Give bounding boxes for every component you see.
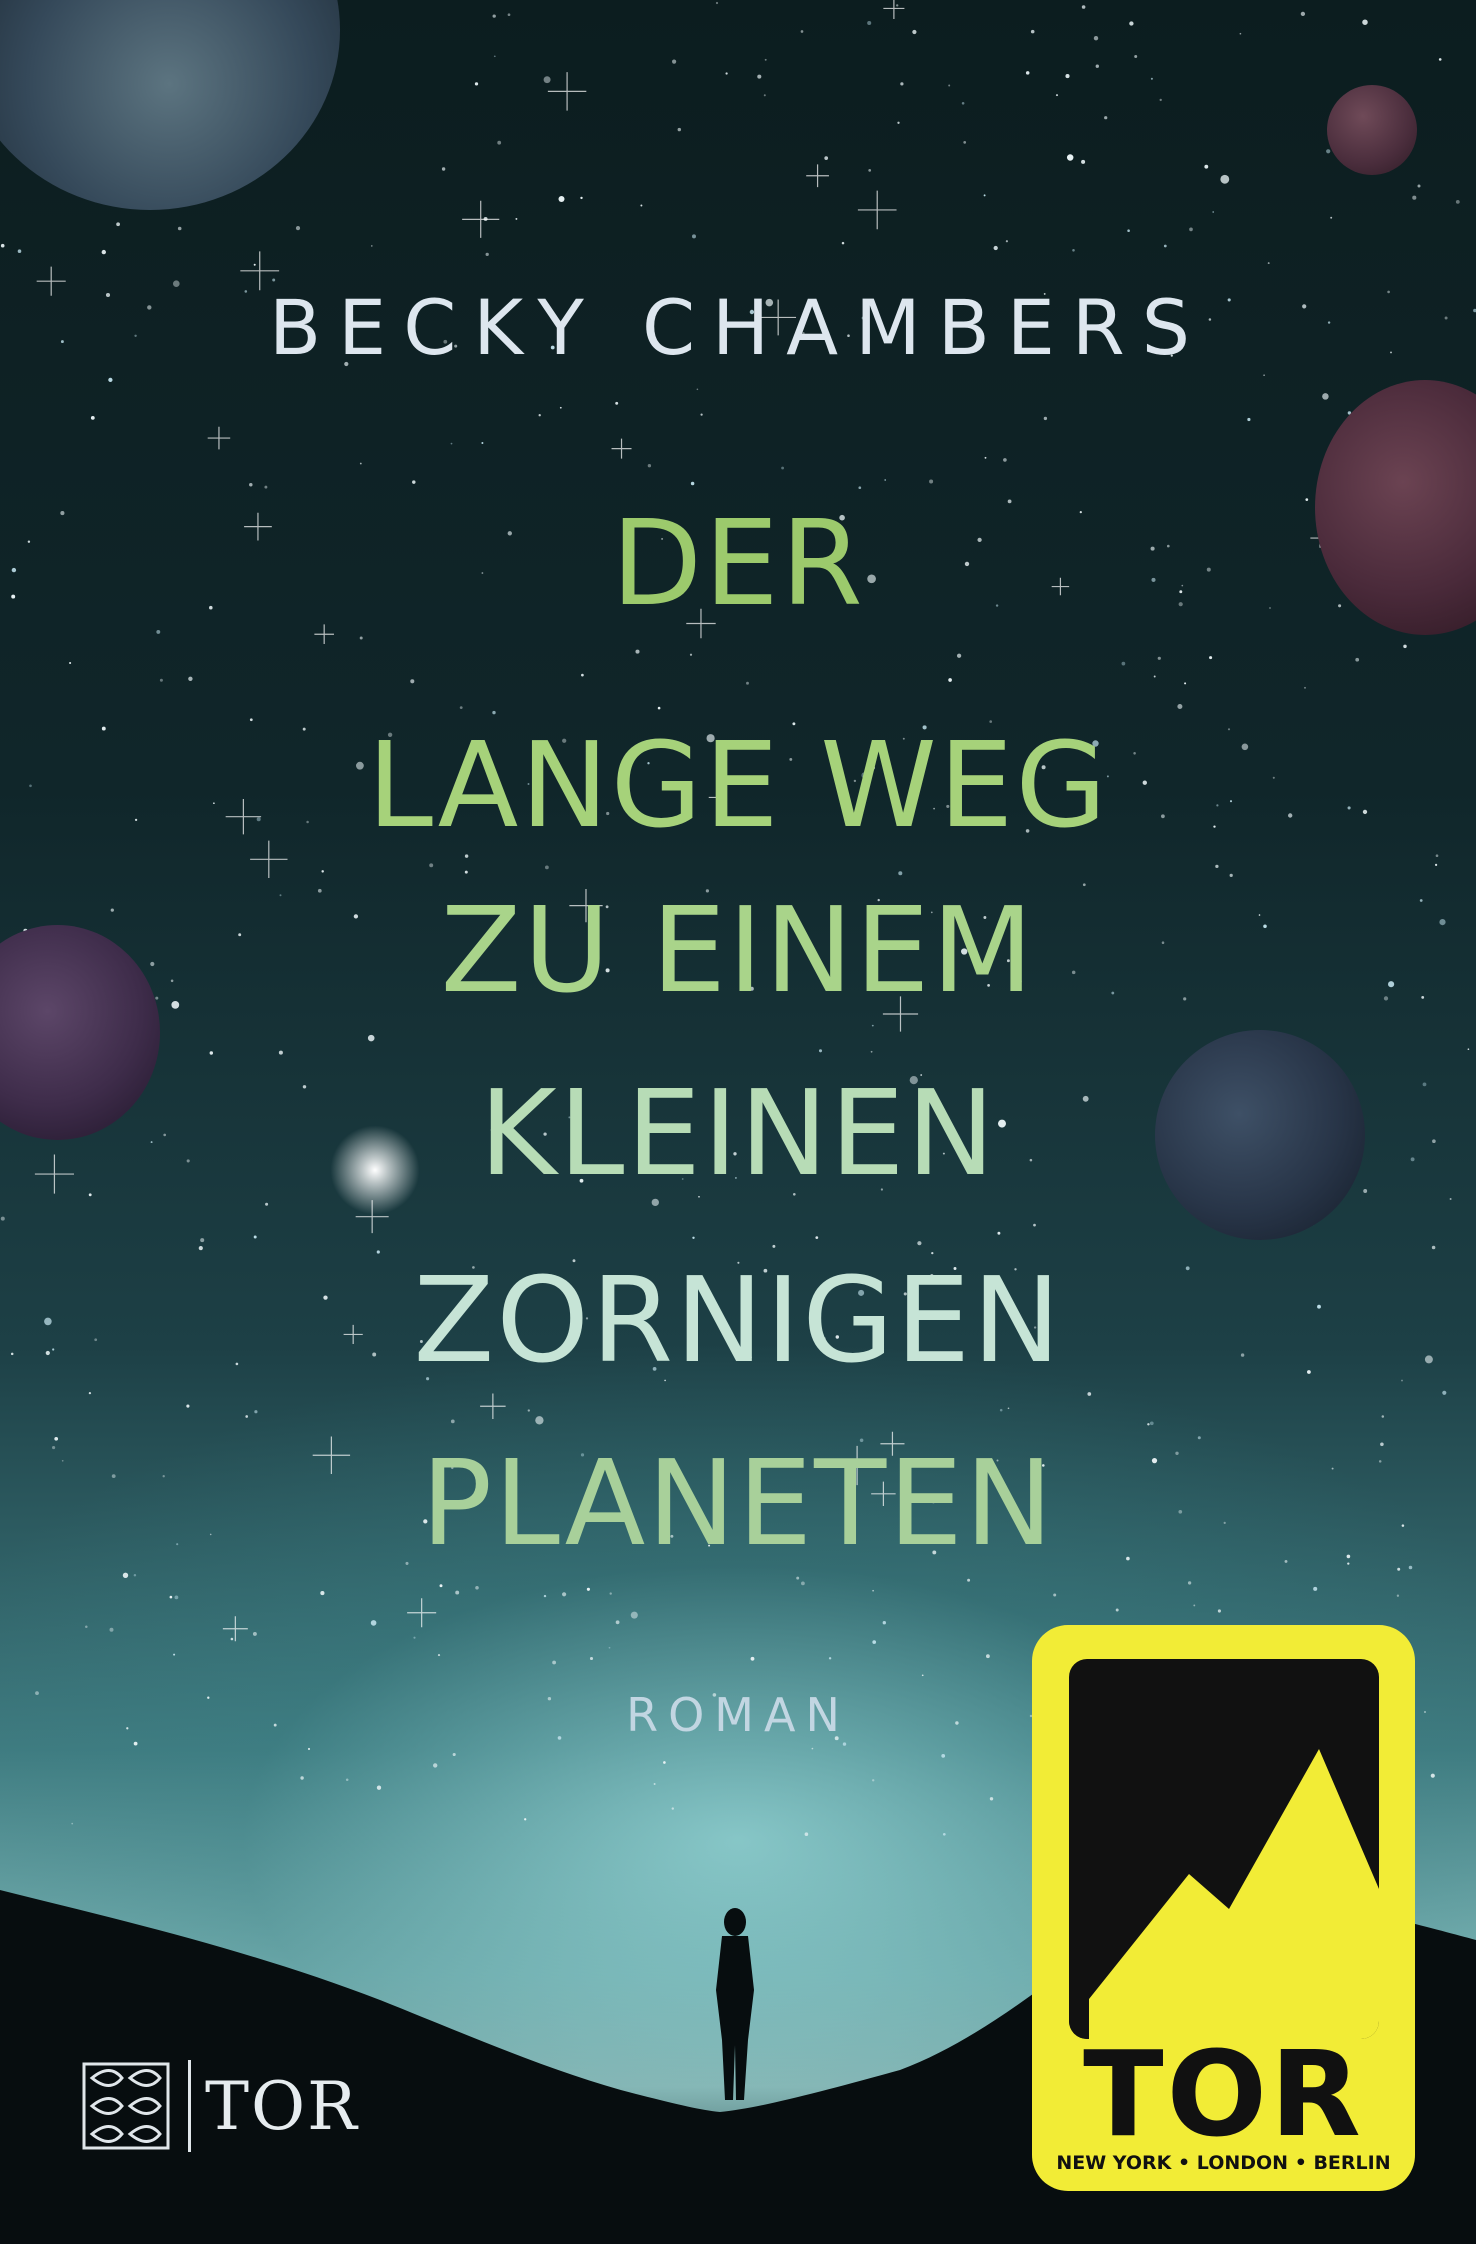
- fischer-logo-icon: [82, 2062, 170, 2150]
- standing-figure: [716, 1908, 754, 2100]
- tor-badge: TOR NEW YORK • LONDON • BERLIN: [1032, 1625, 1415, 2191]
- title-line-6: PLANETEN: [420, 1434, 1056, 1572]
- title-line-3: ZU EINEM: [440, 881, 1036, 1019]
- author-name: BECKY CHAMBERS: [269, 283, 1207, 372]
- mountain-icon: [1069, 1749, 1379, 2039]
- book-cover: BECKY CHAMBERS DER LANGE WEG ZU EINEM KL…: [0, 0, 1476, 2244]
- publisher-name: TOR: [205, 2067, 359, 2145]
- title-line-4: KLEINEN: [479, 1064, 997, 1202]
- publisher-imprint: TOR: [82, 2060, 359, 2152]
- title-line-1: DER: [611, 494, 865, 632]
- publisher-separator: [188, 2060, 191, 2152]
- title-line-5: ZORNIGEN: [413, 1251, 1063, 1389]
- tor-badge-cities: NEW YORK • LONDON • BERLIN: [1056, 2152, 1391, 2174]
- tor-badge-emblem: [1069, 1659, 1379, 2039]
- tor-badge-name: TOR: [1083, 2025, 1364, 2163]
- title-line-2: LANGE WEG: [367, 716, 1109, 854]
